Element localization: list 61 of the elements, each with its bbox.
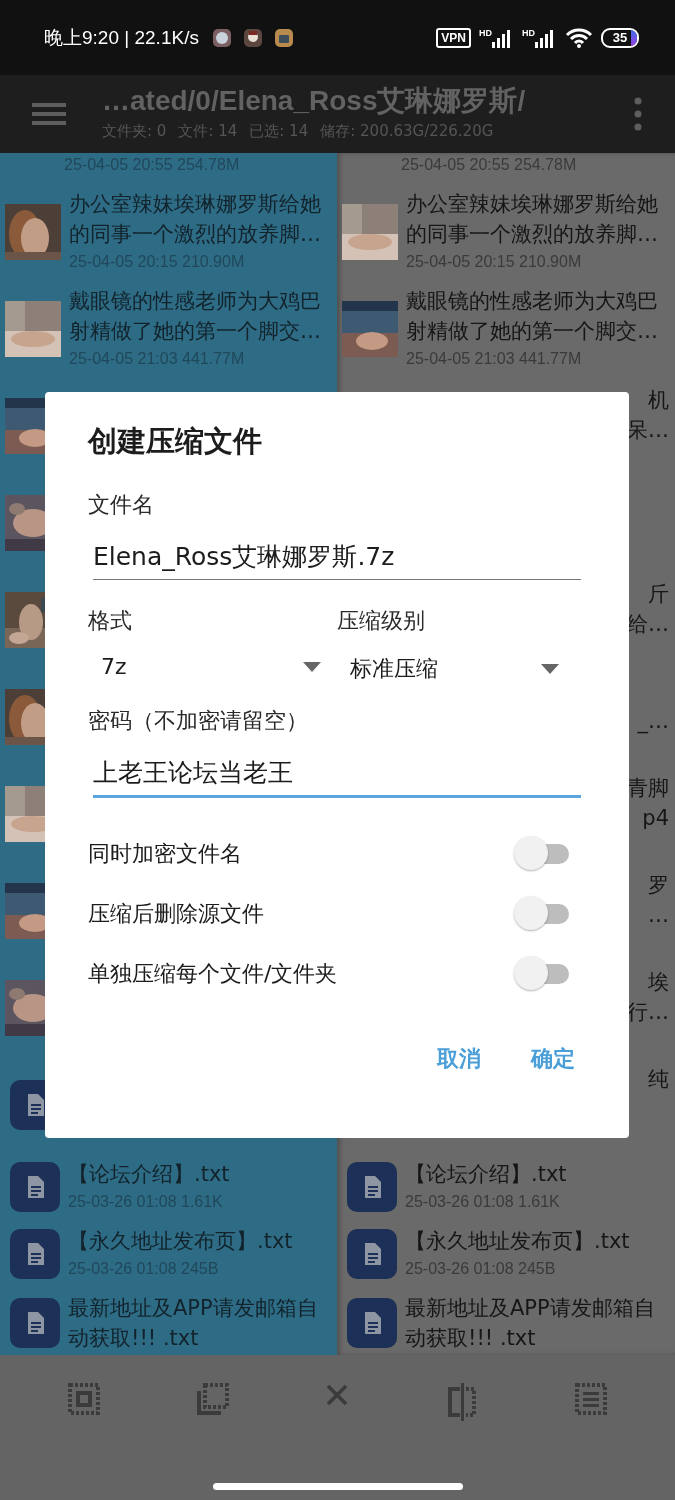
file-name: 最新地址及APP请发邮箱自动获取!!! .txt [405,1295,656,1352]
file-name: 斤 [648,581,669,608]
field-label: 压缩级别 [336,607,426,635]
text-field[interactable]: 上老王论坛当老王 [93,750,581,798]
network-label: HD [479,27,492,38]
battery-indicator: 35 [601,27,639,48]
select-all-icon[interactable] [68,1383,101,1415]
app-icon [242,27,263,48]
dropdown-value: 标准压缩 [349,655,438,683]
document-icon [10,1298,60,1348]
network-label: HD [522,27,535,38]
dropdown-caret-icon [541,664,559,674]
text-field[interactable]: Elena_Ross艾琳娜罗斯.7z [93,534,581,580]
file-name: 机 [648,387,669,414]
file-name: 办公室辣妹埃琳娜罗斯给她的同事一个激烈的放养脚… [69,191,322,248]
vpn-badge: VPN [436,27,471,48]
app-icon [211,27,232,48]
document-icon [347,1298,397,1348]
file-name: 罗 [648,872,669,899]
dropdown[interactable]: 标准压缩 [336,636,581,706]
folder-path: …ated/0/Elena_Ross艾琳娜罗斯/ [102,83,527,118]
dropdown-value: 7z [101,654,127,679]
field-label: 文件名 [88,491,155,519]
wifi-icon [565,26,593,49]
file-name: 办公室辣妹埃琳娜罗斯给她的同事一个激烈的放养脚… [406,191,659,248]
app-icon [273,27,294,48]
file-name: 戴眼镜的性感老师为大鸡巴射精做了她的第一个脚交… [406,288,659,345]
file-name: 戴眼镜的性感老师为大鸡巴射精做了她的第一个脚交… [69,288,322,345]
more-icon[interactable] [633,97,643,131]
list-select-icon[interactable] [574,1383,607,1415]
file-name: 纯 [648,1066,669,1093]
file-name: 【永久地址发布页】.txt [405,1228,631,1255]
file-name: p4 [642,805,669,832]
document-icon [347,1229,397,1279]
switch-label: 压缩后删除源文件 [88,900,264,928]
menu-icon[interactable] [32,102,66,126]
file-name: 埃 [648,969,669,996]
file-name: 青脚 [627,775,669,802]
home-indicator[interactable] [213,1483,463,1490]
file-name: 【论坛介绍】.txt [68,1161,231,1188]
file-name: 【论坛介绍】.txt [405,1161,568,1188]
dropdown-caret-icon [302,661,321,672]
file-name: 【永久地址发布页】.txt [68,1228,294,1255]
field-label: 格式 [88,607,133,635]
document-icon [10,1229,60,1279]
document-icon [10,1162,60,1212]
switch-label: 单独压缩每个文件/文件夹 [88,960,338,988]
file-name: … [648,902,669,929]
select-range-icon[interactable] [196,1383,229,1415]
invert-selection-icon[interactable] [446,1383,479,1421]
dialog-title: 创建压缩文件 [88,423,263,460]
document-icon [347,1162,397,1212]
status-time: 晚上9:20 | 22.1K/s [44,25,199,50]
file-name: 最新地址及APP请发邮箱自动获取!!! .txt [68,1295,319,1352]
close-icon[interactable] [325,1383,350,1407]
file-name: 行… [627,999,669,1026]
switch-label: 同时加密文件名 [88,840,242,868]
file-name: 呆… [627,417,669,444]
dropdown[interactable]: 7z [88,636,333,701]
field-label: 密码（不加密请留空） [88,707,309,735]
file-name: _… [637,708,669,736]
